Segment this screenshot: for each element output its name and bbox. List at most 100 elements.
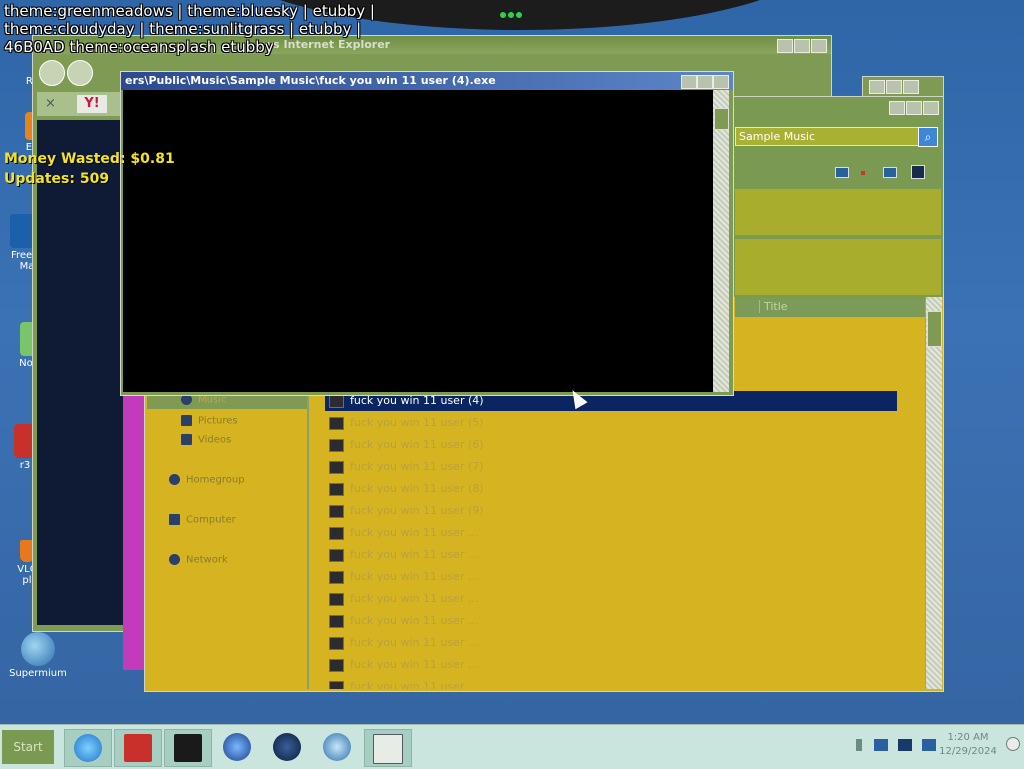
executable-icon — [329, 658, 344, 672]
explorer-band — [735, 189, 941, 235]
start-button[interactable]: Start — [2, 730, 54, 764]
minimize-button[interactable] — [869, 80, 885, 94]
globe-app-icon — [273, 733, 301, 761]
clock[interactable]: 1:20 AM 12/29/2024 — [938, 731, 998, 759]
taskbar-app-globe[interactable] — [264, 729, 310, 765]
explorer-minimize-button[interactable] — [889, 101, 905, 115]
videos-icon — [181, 434, 192, 445]
console-titlebar[interactable]: ers\Public\Music\Sample Music\fuck you w… — [121, 72, 733, 90]
explorer-maximize-button[interactable] — [906, 101, 922, 115]
file-row[interactable]: fuck you win 11 user (6) — [325, 435, 895, 455]
view-icon[interactable] — [835, 167, 849, 178]
console-close-button[interactable] — [713, 75, 729, 89]
executable-icon — [329, 438, 344, 452]
network-tray-icon[interactable] — [874, 739, 888, 751]
file-row[interactable]: fuck you win 11 user — [325, 677, 895, 689]
file-row[interactable]: fuck you win 11 user (7) — [325, 457, 895, 477]
executable-icon — [329, 548, 344, 562]
console-window[interactable]: ers\Public\Music\Sample Music\fuck you w… — [120, 71, 734, 396]
money-wasted-counter: Money Wasted: $0.81 — [4, 151, 175, 167]
back-button[interactable] — [39, 60, 65, 86]
notification-icon[interactable] — [1006, 737, 1020, 751]
console-maximize-button[interactable] — [697, 75, 713, 89]
file-row[interactable]: fuck you win 11 user ... — [325, 523, 895, 543]
executable-icon — [329, 460, 344, 474]
column-header-title[interactable]: Title — [735, 297, 925, 317]
ie-tabstrip: × Y! — [37, 92, 127, 116]
explorer-window-icon — [373, 734, 403, 764]
close-icon[interactable]: × — [45, 96, 56, 111]
supermium-browser-icon — [21, 632, 55, 666]
desktop-icon-supermium[interactable]: Supermium — [3, 632, 73, 679]
file-row[interactable]: fuck you win 11 user ... — [325, 567, 895, 587]
forward-button[interactable] — [67, 60, 93, 86]
console-app-icon — [174, 734, 202, 762]
network-icon — [169, 554, 180, 565]
show-hidden-icons-icon[interactable] — [856, 739, 862, 751]
executable-icon — [329, 394, 344, 408]
file-row[interactable]: fuck you win 11 user ... — [325, 589, 895, 609]
nav-item-videos[interactable]: Videos — [181, 434, 231, 446]
executable-icon — [329, 636, 344, 650]
yahoo-icon[interactable]: Y! — [77, 95, 107, 113]
overlay-theme-line: theme:cloudyday | theme:sunlitgrass | et… — [4, 20, 362, 38]
console-output[interactable] — [123, 90, 713, 392]
close-button[interactable] — [903, 80, 919, 94]
executable-icon — [329, 504, 344, 518]
status-led — [500, 8, 526, 18]
taskbar: Start 1:20 AM 12/29/2024 — [0, 724, 1024, 769]
internet-explorer-icon — [74, 734, 102, 762]
explorer-scrollbar[interactable] — [925, 297, 942, 689]
executable-icon — [329, 592, 344, 606]
ie-minimize-button[interactable] — [777, 39, 793, 53]
overlay-theme-line: 46B0AD theme:oceansplash etubby — [4, 38, 274, 56]
file-row[interactable]: fuck you win 11 user (9) — [325, 501, 895, 521]
maximize-button[interactable] — [886, 80, 902, 94]
app-red-icon — [124, 734, 152, 762]
ie-content — [37, 120, 125, 625]
preview-pane-icon[interactable] — [883, 167, 897, 178]
executable-icon — [329, 416, 344, 430]
display-tray-icon[interactable] — [898, 739, 912, 751]
overlay-theme-line: theme:greenmeadows | theme:bluesky | etu… — [4, 2, 375, 20]
taskbar-app-red[interactable] — [114, 729, 162, 767]
indicator-icon — [861, 171, 865, 175]
taskbar-app-console[interactable] — [164, 729, 212, 767]
nav-item-pictures[interactable]: Pictures — [181, 415, 238, 427]
scroll-thumb[interactable] — [714, 108, 729, 130]
address-bar[interactable]: Sample Music — [735, 127, 920, 146]
ie-maximize-button[interactable] — [794, 39, 810, 53]
file-row[interactable]: fuck you win 11 user ... — [325, 655, 895, 675]
nav-item-network[interactable]: Network — [169, 554, 228, 566]
explorer-band — [735, 239, 941, 295]
file-row[interactable]: fuck you win 11 user ... — [325, 633, 895, 653]
file-row[interactable]: fuck you win 11 user ... — [325, 611, 895, 631]
console-scrollbar[interactable] — [713, 90, 729, 392]
executable-icon — [329, 614, 344, 628]
volume-icon[interactable] — [922, 739, 936, 751]
file-row[interactable]: fuck you win 11 user (8) — [325, 479, 895, 499]
taskbar-app-media-player[interactable] — [214, 729, 260, 765]
search-icon[interactable]: ⌕ — [918, 127, 938, 147]
supermium-browser-icon — [323, 733, 351, 761]
help-icon[interactable] — [911, 165, 925, 179]
taskbar-app-explorer-window[interactable] — [364, 729, 412, 767]
taskbar-app-internet-explorer[interactable] — [64, 729, 112, 767]
console-minimize-button[interactable] — [681, 75, 697, 89]
homegroup-icon — [169, 474, 180, 485]
file-row[interactable]: fuck you win 11 user ... — [325, 545, 895, 565]
executable-icon — [329, 680, 344, 689]
pictures-icon — [181, 415, 192, 426]
taskbar-app-supermium[interactable] — [314, 729, 360, 765]
explorer-close-button[interactable] — [923, 101, 939, 115]
ie-close-button[interactable] — [811, 39, 827, 53]
media-player-icon — [223, 733, 251, 761]
scroll-thumb[interactable] — [927, 311, 942, 347]
executable-icon — [329, 570, 344, 584]
nav-item-homegroup[interactable]: Homegroup — [169, 474, 245, 486]
nav-item-computer[interactable]: Computer — [169, 514, 236, 526]
executable-icon — [329, 526, 344, 540]
updates-counter: Updates: 509 — [4, 171, 110, 187]
computer-icon — [169, 514, 180, 525]
file-row[interactable]: fuck you win 11 user (5) — [325, 413, 895, 433]
